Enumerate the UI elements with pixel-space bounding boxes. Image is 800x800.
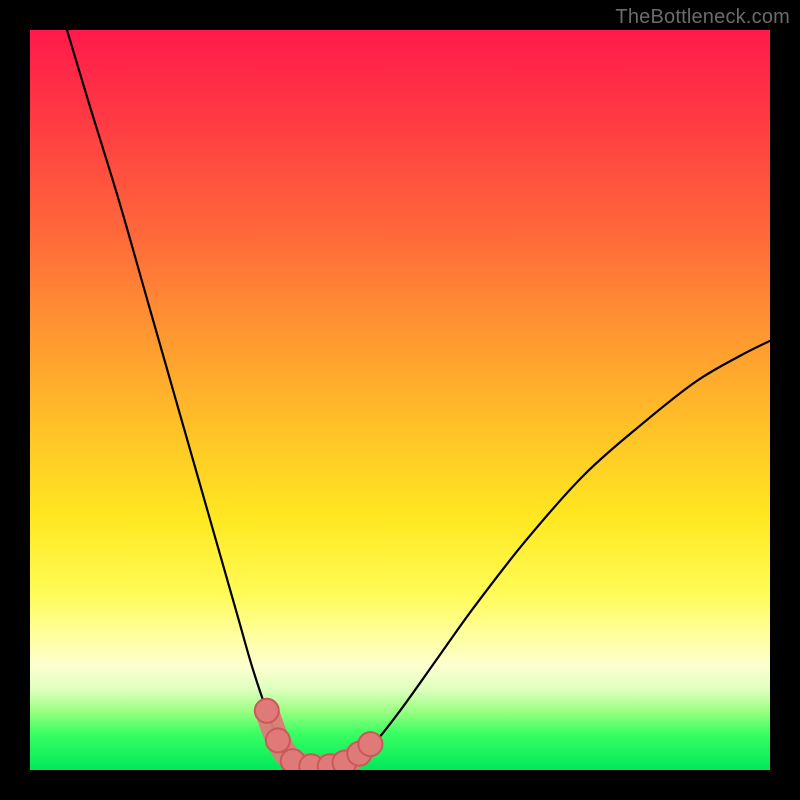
curve-line (67, 30, 770, 770)
watermark-text: TheBottleneck.com (615, 6, 790, 29)
chart-frame: TheBottleneck.com (0, 0, 800, 800)
marker-dot (358, 732, 382, 756)
marker-dot (266, 728, 290, 752)
marker-dot (255, 699, 279, 723)
chart-svg (30, 30, 770, 770)
plot-area (30, 30, 770, 770)
marker-dots (255, 699, 383, 770)
